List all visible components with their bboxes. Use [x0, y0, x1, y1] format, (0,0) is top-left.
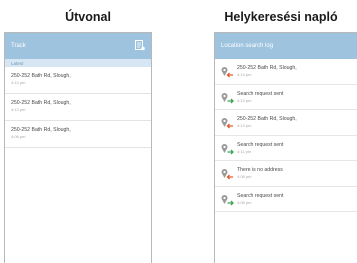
track-subheader: Latest	[5, 59, 151, 67]
track-time: 4:13 pm	[11, 107, 26, 112]
log-time: 4:11 pm	[237, 148, 252, 154]
list-item[interactable]: 250-252 Bath Rd, Slough, 4:13 pm	[215, 59, 357, 85]
track-address: 250-252 Bath Rd, Slough,	[11, 100, 71, 106]
list-item[interactable]: Search request sent 4:11 pm	[215, 136, 357, 161]
route-title: Útvonal	[65, 10, 111, 24]
log-time: 4:08 pm	[237, 199, 252, 205]
log-text: There is no address	[237, 167, 283, 173]
log-text: 250-252 Bath Rd, Slough,	[237, 65, 297, 71]
search-log-screen: Location search log 250-252 Bath Rd, Slo…	[214, 32, 357, 263]
pin-arrow-in-icon	[221, 118, 233, 129]
track-time: 4:08 pm	[11, 134, 26, 139]
list-item[interactable]: 250-252 Bath Rd, Slough, 4:13 pm	[215, 110, 357, 136]
log-time: 4:08 pm	[237, 174, 252, 179]
track-app-bar: Track	[5, 33, 151, 59]
log-time: 4:13 pm	[237, 123, 252, 128]
pin-arrow-in-icon	[221, 169, 233, 180]
list-item[interactable]: 250-252 Bath Rd, Slough, 4:13 pm	[5, 67, 151, 94]
log-text: Search request sent	[237, 90, 284, 97]
log-text: Search request sent	[237, 141, 284, 148]
log-text: Search request sent	[237, 192, 284, 199]
list-item[interactable]: 250-252 Bath Rd, Slough, 4:13 pm	[5, 94, 151, 121]
track-app-bar-title: Track	[11, 43, 26, 49]
list-item[interactable]: There is no address 4:08 pm	[215, 161, 357, 187]
track-screen: Track Latest 250-252 Bath Rd, Slough, 4:…	[4, 32, 152, 263]
track-address: 250-252 Bath Rd, Slough,	[11, 127, 71, 133]
track-address: 250-252 Bath Rd, Slough,	[11, 73, 71, 79]
pin-arrow-out-icon	[221, 194, 234, 205]
list-item[interactable]: 250-252 Bath Rd, Slough, 4:08 pm	[5, 121, 151, 148]
log-list-icon[interactable]	[135, 40, 145, 51]
log-text: 250-252 Bath Rd, Slough,	[237, 116, 297, 122]
log-time: 4:13 pm	[237, 72, 252, 77]
pin-arrow-out-icon	[221, 143, 234, 154]
track-time: 4:13 pm	[11, 80, 26, 85]
list-item[interactable]: Search request sent 4:13 pm	[215, 85, 357, 110]
track-subheader-label: Latest	[11, 60, 24, 66]
pin-arrow-out-icon	[221, 92, 234, 103]
search-log-app-bar-title: Location search log	[221, 43, 274, 49]
log-time: 4:13 pm	[237, 97, 252, 103]
pin-arrow-in-icon	[221, 67, 233, 78]
list-item[interactable]: Search request sent 4:08 pm	[215, 187, 357, 212]
search-log-title: Helykeresési napló	[224, 10, 338, 24]
search-log-app-bar: Location search log	[215, 33, 357, 59]
